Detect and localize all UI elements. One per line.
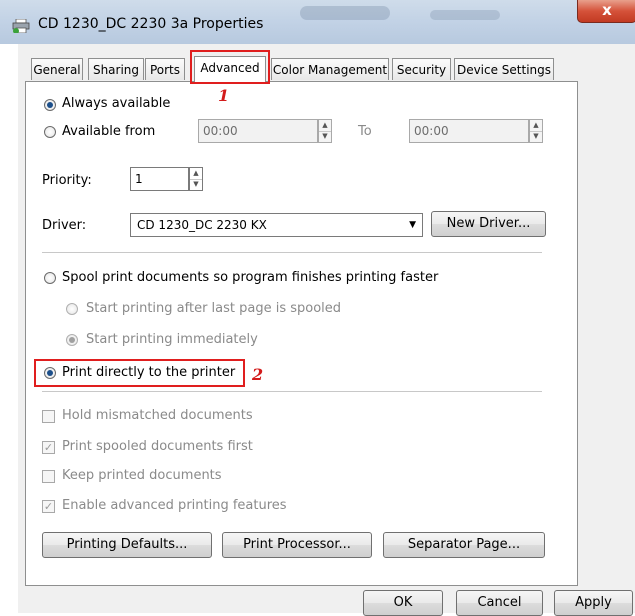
tab-general[interactable]: General <box>31 58 83 80</box>
driver-label: Driver: <box>42 218 87 233</box>
to-label: To <box>358 124 372 139</box>
checkmark-icon: ✓ <box>43 441 54 454</box>
spin-down-icon[interactable]: ▼ <box>530 131 542 142</box>
start-after-last-page-label: Start printing after last page is spoole… <box>86 301 342 316</box>
spin-down-icon[interactable]: ▼ <box>319 131 331 142</box>
spool-print-label: Spool print documents so program finishe… <box>62 270 439 285</box>
spool-print-radio[interactable] <box>44 272 56 284</box>
tab-security[interactable]: Security <box>392 58 451 80</box>
print-spooled-first-label: Print spooled documents first <box>62 439 253 454</box>
cancel-button[interactable]: Cancel <box>456 590 543 616</box>
always-available-label: Always available <box>62 96 171 111</box>
hold-mismatched-label: Hold mismatched documents <box>62 408 253 423</box>
annotation-box-print-directly <box>34 359 245 387</box>
tab-device-settings[interactable]: Device Settings <box>454 58 554 80</box>
print-spooled-first-checkbox[interactable]: ✓ <box>42 441 55 454</box>
from-time-spinner[interactable]: ▲ ▼ <box>318 119 332 143</box>
driver-select[interactable]: CD 1230_DC 2230 KX ▼ <box>130 213 423 237</box>
separator <box>42 391 542 392</box>
printer-icon <box>12 19 30 33</box>
annotation-number-2: 2 <box>252 365 264 384</box>
new-driver-button[interactable]: New Driver... <box>431 211 546 237</box>
available-from-label: Available from <box>62 124 156 139</box>
print-processor-button[interactable]: Print Processor... <box>222 532 372 558</box>
keep-printed-label: Keep printed documents <box>62 468 222 483</box>
start-immediately-label: Start printing immediately <box>86 332 258 347</box>
dropdown-arrow-icon[interactable]: ▼ <box>409 214 416 236</box>
always-available-radio[interactable] <box>44 99 56 111</box>
keep-printed-checkbox[interactable] <box>42 470 55 483</box>
title-bar-glass-blur <box>430 10 500 20</box>
start-after-last-page-radio[interactable] <box>66 303 78 315</box>
close-button[interactable]: x <box>577 0 635 23</box>
start-immediately-radio[interactable] <box>66 334 78 346</box>
tab-ports[interactable]: Ports <box>145 58 185 80</box>
priority-spinner[interactable]: ▲ ▼ <box>189 167 203 191</box>
enable-advanced-features-checkbox[interactable]: ✓ <box>42 500 55 513</box>
separator-page-button[interactable]: Separator Page... <box>383 532 545 558</box>
ok-button[interactable]: OK <box>363 590 443 616</box>
to-time-spinner[interactable]: ▲ ▼ <box>529 119 543 143</box>
enable-advanced-features-label: Enable advanced printing features <box>62 498 287 513</box>
checkmark-icon: ✓ <box>43 500 54 513</box>
annotation-number-1: 1 <box>218 86 230 105</box>
tab-sharing[interactable]: Sharing <box>88 58 144 80</box>
apply-button[interactable]: Apply <box>554 590 633 616</box>
available-from-time-input[interactable]: 00:00 <box>198 119 318 143</box>
hold-mismatched-checkbox[interactable] <box>42 410 55 423</box>
available-from-radio[interactable] <box>44 126 56 138</box>
tab-color-management[interactable]: Color Management <box>271 58 389 80</box>
available-to-time-input[interactable]: 00:00 <box>409 119 529 143</box>
tab-advanced[interactable]: Advanced <box>194 56 266 82</box>
title-bar: CD 1230_DC 2230 3a Properties x <box>0 0 635 44</box>
driver-select-value: CD 1230_DC 2230 KX <box>137 218 267 232</box>
priority-input[interactable]: 1 <box>130 167 189 191</box>
separator <box>42 252 542 253</box>
window-title: CD 1230_DC 2230 3a Properties <box>38 16 264 32</box>
priority-label: Priority: <box>42 173 92 188</box>
title-bar-glass-blur <box>300 6 390 20</box>
printing-defaults-button[interactable]: Printing Defaults... <box>42 532 212 558</box>
spin-down-icon[interactable]: ▼ <box>190 179 202 190</box>
